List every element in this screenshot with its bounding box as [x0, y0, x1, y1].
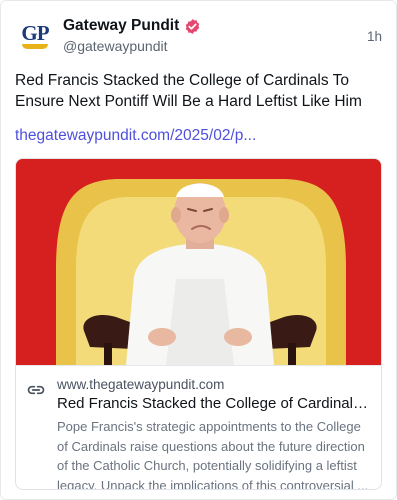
post-header: GP Gateway Pundit @gatewaypundit 1h [15, 15, 382, 59]
author-handle[interactable]: @gatewaypundit [63, 38, 201, 54]
link-domain: www.thegatewaypundit.com [57, 377, 225, 392]
post-timestamp[interactable]: 1h [367, 29, 382, 44]
logo-swoosh-icon [22, 44, 48, 49]
avatar-logo-text: GP [21, 20, 49, 45]
author-names: Gateway Pundit @gatewaypundit [63, 17, 201, 54]
link-icon [27, 385, 45, 395]
post-link[interactable]: thegatewaypundit.com/2025/02/p... [15, 127, 256, 145]
link-title[interactable]: Red Francis Stacked the College of Cardi… [57, 395, 375, 412]
link-preview-image[interactable] [16, 159, 381, 365]
link-preview-card[interactable]: www.thegatewaypundit.com Red Francis Sta… [15, 158, 382, 490]
post-text: Red Francis Stacked the College of Cardi… [15, 72, 362, 110]
display-name[interactable]: Gateway Pundit [63, 17, 179, 35]
verified-badge-icon [186, 18, 200, 34]
link-preview-meta: www.thegatewaypundit.com Red Francis Sta… [16, 365, 381, 490]
post-card[interactable]: GP Gateway Pundit @gatewaypundit 1h Red … [0, 0, 397, 500]
avatar[interactable]: GP [15, 15, 55, 55]
pope-photo-icon [16, 159, 381, 365]
display-name-row: Gateway Pundit [63, 17, 201, 35]
link-description: Pope Francis's strategic appointments to… [57, 419, 369, 490]
